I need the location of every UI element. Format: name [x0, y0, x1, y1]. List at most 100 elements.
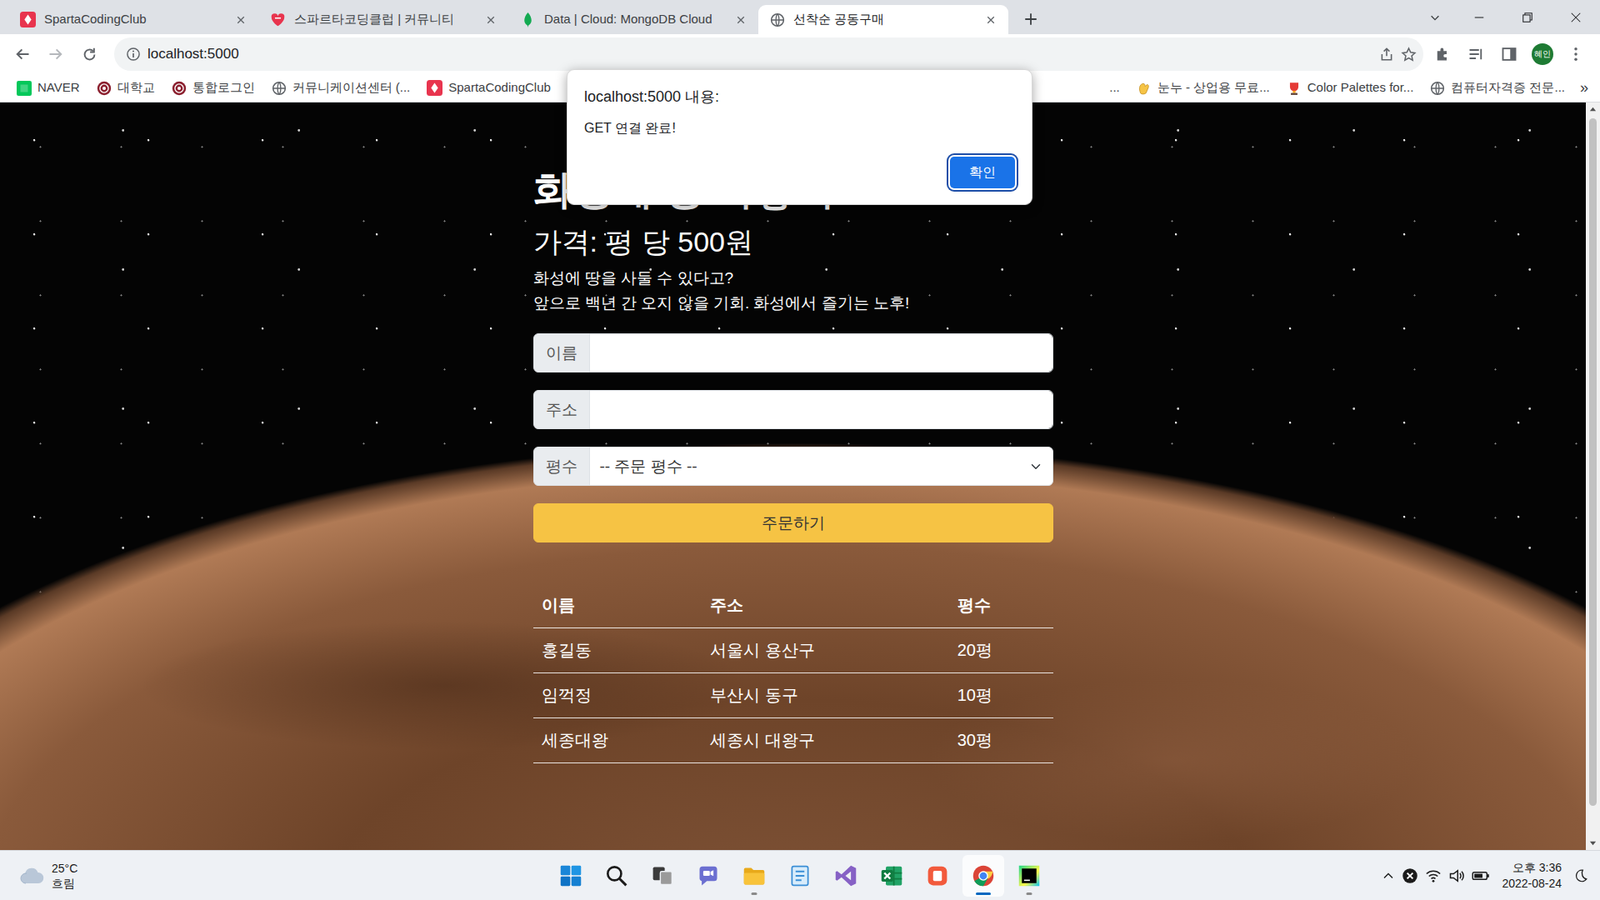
dialog-buttons: 확인: [584, 156, 1015, 189]
browser-tab[interactable]: 스파르타코딩클럽 | 커뮤니티: [258, 5, 509, 35]
bookmark[interactable]: 대학교: [90, 75, 162, 100]
scroll-up-icon[interactable]: [1585, 102, 1600, 117]
chevron-up-icon[interactable]: [1381, 869, 1395, 883]
taskbar-app[interactable]: [962, 855, 1005, 897]
forward-icon[interactable]: [39, 37, 73, 71]
pycharm-icon: [1017, 864, 1041, 888]
minimize-icon[interactable]: [1455, 0, 1504, 35]
taskbar-app[interactable]: [550, 855, 592, 897]
close-icon[interactable]: [981, 10, 1000, 30]
naver-icon: [16, 80, 32, 96]
bookmark[interactable]: 통합로그인: [165, 75, 262, 100]
close-icon[interactable]: [731, 10, 750, 30]
taskbar-app[interactable]: [687, 855, 730, 897]
battery-icon[interactable]: [1471, 867, 1490, 885]
nunu-icon: [1136, 80, 1152, 96]
table-cell: 서울시 용산구: [701, 628, 949, 674]
running-indicator: [751, 892, 758, 895]
volume-icon[interactable]: [1448, 867, 1465, 885]
field-label: 평수: [533, 446, 590, 486]
reading-list-icon[interactable]: [1459, 37, 1493, 71]
address-bar[interactable]: localhost:5000: [114, 37, 1424, 71]
table-row: 세종대왕세종시 대왕구30평: [533, 718, 1054, 764]
table-cell: 20평: [949, 628, 1054, 674]
extensions-icon[interactable]: [1425, 37, 1460, 71]
scroll-thumb[interactable]: [1589, 118, 1597, 806]
intro-line: 화성에 땅을 사둘 수 있다고?: [533, 265, 1054, 291]
app-x-icon[interactable]: [1401, 867, 1419, 885]
taskbar-app[interactable]: [870, 855, 913, 897]
taskbar-app[interactable]: [825, 855, 867, 897]
table-row: 임꺽정부산시 동구10평: [533, 673, 1054, 719]
community-icon: [270, 11, 286, 28]
taskbar: 25°C흐림 오후 3:362022-08-24: [0, 850, 1600, 900]
side-panel-icon[interactable]: [1492, 37, 1526, 71]
close-icon[interactable]: [481, 10, 500, 30]
back-icon[interactable]: [5, 37, 40, 71]
taskbar-app[interactable]: [595, 855, 638, 897]
bookmark[interactable]: 커뮤니케이션센터 (...: [265, 75, 418, 100]
taskbar-app[interactable]: [733, 855, 775, 897]
share-icon[interactable]: [1379, 46, 1395, 62]
close-window-icon[interactable]: [1551, 0, 1600, 35]
size-select[interactable]: -- 주문 평수 --: [589, 446, 1054, 486]
new-tab-icon[interactable]: [1018, 6, 1044, 32]
menu-icon[interactable]: [1559, 37, 1593, 71]
notification-moon-icon[interactable]: [1573, 868, 1589, 884]
scrollbar[interactable]: [1585, 102, 1600, 850]
bookmark[interactable]: 눈누 - 상업용 무료...: [1130, 75, 1277, 100]
bookmark-label: ...: [1109, 78, 1120, 98]
running-indicator: [975, 892, 991, 895]
tab-label: 스파르타코딩클럽 | 커뮤니티: [294, 10, 474, 30]
star-icon[interactable]: [1400, 46, 1417, 63]
dialog-message: GET 연결 완료!: [584, 119, 1015, 138]
explorer-icon: [742, 864, 766, 888]
tab-list: SpartaCodingClub 스파르타코딩클럽 | 커뮤니티 Data | Cl…: [8, 5, 1009, 35]
bookmark[interactable]: NAVER: [10, 75, 87, 100]
table-cell: 부산시 동구: [701, 673, 949, 719]
tab-label: SpartaCodingClub: [44, 10, 224, 30]
table-cell: 홍길동: [533, 628, 703, 674]
window-controls: [1418, 0, 1600, 35]
tab-search-icon[interactable]: [1418, 0, 1452, 35]
profile-button[interactable]: 혜인: [1525, 37, 1560, 71]
bookmark[interactable]: 컴퓨터자격증 전문...: [1423, 75, 1572, 100]
restore-icon[interactable]: [1503, 0, 1552, 35]
scroll-down-icon[interactable]: [1585, 835, 1600, 850]
profile-avatar[interactable]: 혜인: [1531, 43, 1554, 65]
browser-tab[interactable]: SpartaCodingClub: [8, 5, 259, 35]
weather-text: 25°C흐림: [51, 860, 78, 891]
alert-dialog: localhost:5000 내용:GET 연결 완료!확인: [566, 69, 1033, 205]
text-input[interactable]: [589, 333, 1054, 373]
table-cell: 임꺽정: [533, 673, 703, 719]
chat-icon: [696, 864, 720, 888]
column-header: 이름: [533, 583, 703, 629]
clock-date: 2022-08-24: [1501, 875, 1562, 892]
bookmark[interactable]: Color Palettes for...: [1280, 75, 1421, 100]
taskbar-app[interactable]: [916, 855, 959, 897]
weather-widget[interactable]: 25°C흐림: [0, 860, 550, 891]
text-input[interactable]: [589, 390, 1054, 430]
taskbar-app[interactable]: [641, 855, 684, 897]
system-tray: 오후 3:362022-08-24: [1050, 860, 1600, 892]
chrome-icon: [971, 864, 995, 888]
close-icon[interactable]: [231, 10, 250, 30]
wifi-icon[interactable]: [1425, 867, 1442, 885]
taskbar-app[interactable]: [779, 855, 821, 897]
reload-icon[interactable]: [72, 37, 106, 71]
browser-tab[interactable]: 선착순 공동구매: [758, 5, 1009, 35]
bookmark-label: 컴퓨터자격증 전문...: [1450, 78, 1565, 98]
cloud-icon: [18, 865, 45, 886]
info-icon[interactable]: [125, 46, 141, 62]
browser-tab[interactable]: Data | Cloud: MongoDB Cloud: [508, 5, 759, 35]
orders-table: 이름주소평수홍길동서울시 용산구20평임꺽정부산시 동구10평세종대왕세종시 대…: [533, 583, 1054, 764]
bookmark[interactable]: SpartaCodingClub: [420, 75, 558, 100]
mongodb-icon: [520, 11, 536, 28]
order-button[interactable]: 주문하기: [533, 503, 1054, 543]
bookmarks-more[interactable]: »: [1575, 76, 1594, 100]
taskbar-app[interactable]: [1008, 855, 1050, 897]
globe-icon: [271, 80, 287, 96]
ok-button[interactable]: 확인: [950, 156, 1015, 189]
clock[interactable]: 오후 3:362022-08-24: [1496, 860, 1567, 892]
address-text[interactable]: localhost:5000: [147, 43, 1373, 65]
